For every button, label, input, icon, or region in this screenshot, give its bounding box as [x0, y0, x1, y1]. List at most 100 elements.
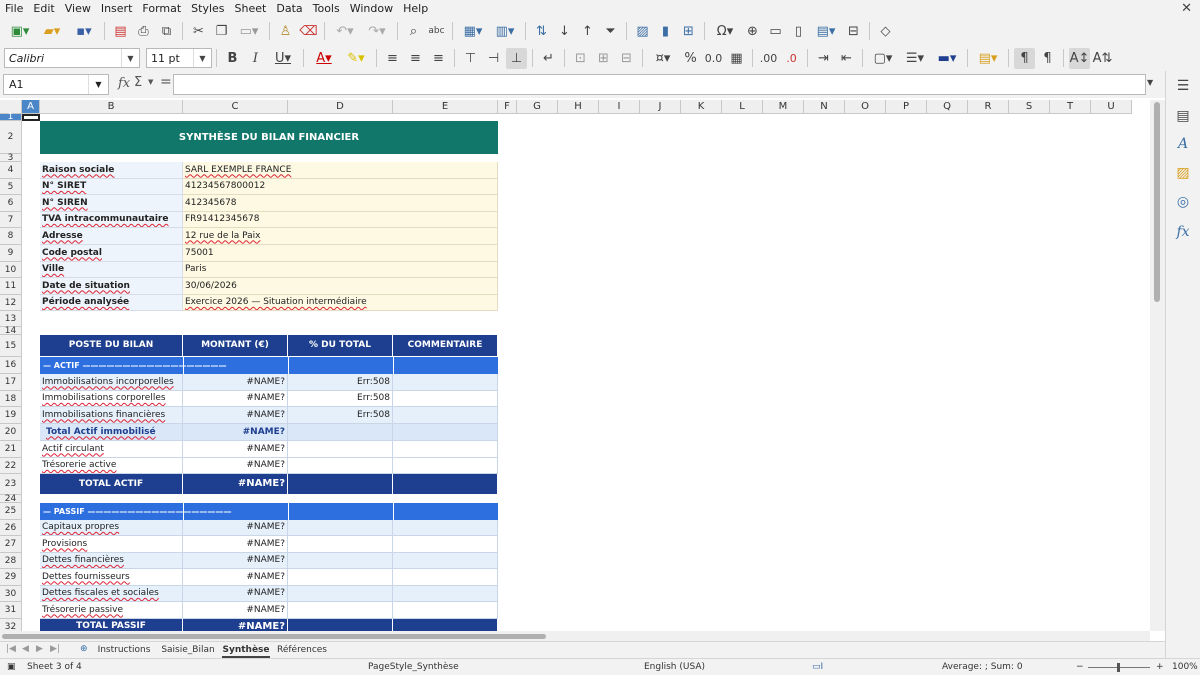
chevron-down-icon[interactable]: ▼	[148, 78, 153, 86]
formula-icon[interactable]: =	[160, 74, 172, 90]
scrollbar-thumb[interactable]	[1154, 102, 1160, 302]
border-style-icon[interactable]: ☰▾	[900, 48, 930, 69]
table-row-comment[interactable]	[393, 374, 498, 391]
new-icon[interactable]: ▣▾	[5, 21, 35, 42]
table-row-comment[interactable]	[393, 536, 498, 553]
row-header-12[interactable]: 12	[0, 295, 22, 311]
font-color-icon[interactable]: A▾	[309, 48, 339, 69]
menu-styles[interactable]: Styles	[186, 0, 229, 17]
functions-icon[interactable]: fx	[1172, 221, 1194, 243]
last-sheet-icon[interactable]: ▶|	[50, 644, 60, 654]
merge-cells-icon[interactable]: ⊞	[593, 48, 614, 69]
expand-formula-bar-icon[interactable]: ▼	[1147, 78, 1153, 87]
first-sheet-icon[interactable]: |◀	[6, 644, 16, 654]
column-header-j[interactable]: J	[640, 100, 681, 114]
row-header-30[interactable]: 30	[0, 586, 22, 602]
row-header-15[interactable]: 15	[0, 335, 22, 357]
zoom-out-icon[interactable]: −	[1076, 662, 1084, 672]
chevron-down-icon[interactable]: ▼	[88, 75, 108, 94]
row-header-1[interactable]: 1	[0, 112, 22, 122]
column-header-m[interactable]: M	[763, 100, 804, 114]
date-format-icon[interactable]: ▦	[726, 48, 747, 69]
column-header-e[interactable]: E	[393, 100, 498, 114]
table-row-amount[interactable]: #NAME?	[183, 586, 288, 602]
undo-icon[interactable]: ↶▾	[330, 21, 360, 42]
sheet-tab-saisie-bilan[interactable]: Saisie_Bilan	[160, 642, 216, 658]
wrap-text-icon[interactable]: ↵	[538, 48, 559, 69]
delete-decimal-icon[interactable]: .0	[781, 48, 802, 69]
special-character-icon[interactable]: Ω▾	[710, 21, 740, 42]
sort-ascending-icon[interactable]: ↓	[554, 21, 575, 42]
table-row-percent[interactable]	[288, 569, 393, 586]
table-row-comment[interactable]	[393, 441, 498, 458]
info-value[interactable]: 75001	[183, 245, 498, 262]
vertical-scrollbar[interactable]	[1150, 100, 1165, 631]
menu-sheet[interactable]: Sheet	[230, 0, 272, 17]
font-name-combo[interactable]: Calibri ▼	[4, 48, 140, 68]
find-replace-icon[interactable]: ⌕	[403, 21, 424, 42]
draw-shapes-icon[interactable]: ◇	[875, 21, 896, 42]
table-row-comment[interactable]	[393, 586, 498, 602]
row-header-20[interactable]: 20	[0, 424, 22, 441]
text-orientation-horizontal-icon[interactable]: A↕	[1069, 47, 1090, 69]
row-header-23[interactable]: 23	[0, 474, 22, 495]
table-row-comment[interactable]	[393, 602, 498, 619]
comment-icon[interactable]: ▭	[765, 21, 786, 42]
zoom-in-icon[interactable]: +	[1156, 662, 1164, 672]
table-row-comment[interactable]	[393, 391, 498, 407]
menu-window[interactable]: Window	[345, 0, 398, 17]
currency-format-icon[interactable]: ¤▾	[648, 48, 678, 69]
print-icon[interactable]: ⎙	[133, 21, 154, 42]
row-header-8[interactable]: 8	[0, 228, 22, 245]
row-header-2[interactable]: 2	[0, 121, 22, 154]
table-row-amount[interactable]: #NAME?	[183, 458, 288, 474]
add-decimal-icon[interactable]: .00	[758, 48, 779, 69]
clear-formatting-icon[interactable]: ⌫	[298, 21, 319, 42]
paste-icon[interactable]: ▭▾	[234, 21, 264, 42]
column-header-f[interactable]: F	[498, 100, 517, 114]
function-wizard-icon[interactable]: fx	[118, 76, 130, 91]
info-value[interactable]: FR91412345678	[183, 212, 498, 228]
column-header-u[interactable]: U	[1091, 100, 1132, 114]
info-value[interactable]: SARL EXEMPLE FRANCE	[183, 162, 498, 179]
spelling-icon[interactable]: abc	[426, 21, 447, 42]
decrease-indent-icon[interactable]: ⇤	[836, 48, 857, 69]
table-row-percent[interactable]: Err:508	[288, 374, 393, 391]
sheet-tab-synthese[interactable]: Synthèse	[222, 642, 270, 658]
column-header-g[interactable]: G	[517, 100, 558, 114]
font-size-combo[interactable]: 11 pt ▼	[146, 48, 212, 68]
row-header-25[interactable]: 25	[0, 503, 22, 520]
column-header-k[interactable]: K	[681, 100, 722, 114]
menu-format[interactable]: Format	[137, 0, 186, 17]
left-to-right-icon[interactable]: ¶	[1014, 47, 1035, 69]
row-header-21[interactable]: 21	[0, 441, 22, 458]
clone-formatting-icon[interactable]: ♙	[275, 21, 296, 42]
row-header-19[interactable]: 19	[0, 407, 22, 424]
sheet-tab-instructions[interactable]: Instructions	[96, 642, 152, 658]
page-style[interactable]: PageStyle_Synthèse	[368, 662, 459, 672]
row-header-9[interactable]: 9	[0, 245, 22, 262]
table-row-amount[interactable]: #NAME?	[183, 441, 288, 458]
column-header-t[interactable]: T	[1050, 100, 1091, 114]
save-icon[interactable]: ▪▾	[69, 21, 99, 42]
spreadsheet-grid[interactable]: A B C D E F G H I J K L M N O P Q R S T U 1 2 3 4 5 6 7 8 9 10 11 12 13 14…	[0, 100, 1150, 631]
column-header-a[interactable]: A	[22, 100, 40, 114]
info-value[interactable]: 12 rue de la Paix	[183, 228, 498, 245]
selection-mode-icon[interactable]: ▭I	[812, 662, 823, 672]
info-value[interactable]: Paris	[183, 262, 498, 278]
column-icon[interactable]: ▥▾	[490, 21, 520, 42]
export-pdf-icon[interactable]: ▤	[110, 21, 131, 42]
table-row-amount[interactable]: #NAME?	[183, 424, 288, 441]
column-header-c[interactable]: C	[183, 100, 288, 114]
column-header-o[interactable]: O	[845, 100, 886, 114]
zoom-slider-handle[interactable]	[1117, 663, 1120, 672]
info-value[interactable]: 412345678	[183, 195, 498, 212]
autofilter-icon[interactable]: ⏷	[600, 21, 621, 42]
gallery-icon[interactable]: ▨	[1172, 162, 1194, 184]
conditional-format-icon[interactable]: ▤▾	[973, 48, 1003, 69]
merge-center-icon[interactable]: ⊡	[570, 48, 591, 69]
insert-chart-icon[interactable]: ▮	[655, 21, 676, 42]
table-row-comment[interactable]	[393, 458, 498, 474]
menu-file[interactable]: File	[0, 0, 28, 17]
table-row-percent[interactable]: Err:508	[288, 407, 393, 424]
